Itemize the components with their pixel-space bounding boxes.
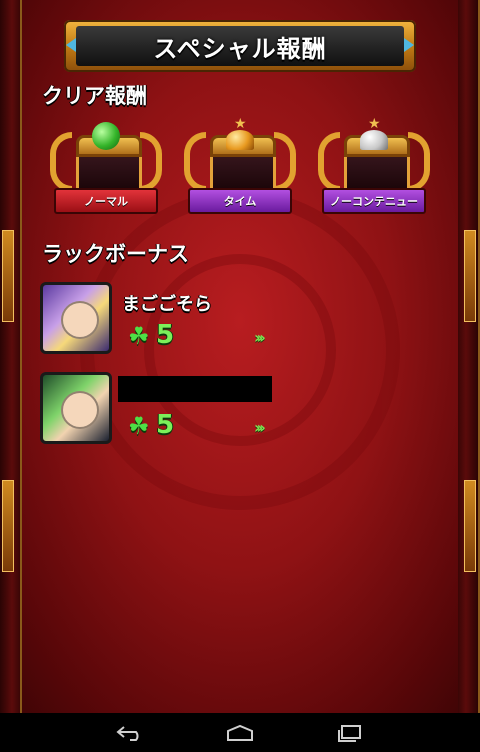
laurel-left-icon [50,132,72,192]
recent-apps-icon[interactable] [330,721,370,745]
clear-rewards-heading: クリア報酬 [42,84,147,108]
luck-value: 5 [156,410,175,440]
left-edge-ornament-bottom [2,480,14,572]
laurel-right-icon [140,132,162,192]
reward-label-normal: ノーマル [54,188,158,214]
treasure-chest-icon [76,135,142,194]
back-icon[interactable] [110,721,150,745]
laurel-right-icon [408,132,430,192]
green-orb-icon [92,122,120,150]
luck-row-player-1[interactable]: まごごそら ☘ 5 ››› [40,282,340,356]
reward-time[interactable]: ★ タイム [182,116,298,230]
treasure-chest-icon [210,135,276,194]
right-edge-ornament-top [464,230,476,322]
luck-value: 5 [156,320,175,350]
laurel-left-icon [318,132,340,192]
reward-label-no-continue: ノーコンテニュー [322,188,426,214]
reward-no-continue[interactable]: ★ ノーコンテニュー [316,116,432,230]
double-chevron-right-icon: ››› [254,418,266,437]
title-plate: スペシャル報酬 [76,26,404,66]
right-edge-ornament-bottom [464,480,476,572]
laurel-left-icon [184,132,206,192]
clover-icon: ☘ [128,322,150,350]
redacted-player-name [118,376,272,402]
right-gem-icon [404,38,414,52]
left-border-frame [0,0,22,713]
game-screen: スペシャル報酬 クリア報酬 ノーマル ★ タイム ★ ノーコンテニュー ラックボ… [0,0,480,713]
laurel-right-icon [274,132,296,192]
home-icon[interactable] [220,721,260,745]
luck-bonus-heading: ラックボーナス [42,242,189,266]
page-title: スペシャル報酬 [153,34,327,63]
luck-row-player-2[interactable]: ☘ 5 ››› [40,372,340,446]
right-border-frame [458,0,480,713]
player-avatar [40,282,112,354]
reward-label-time: タイム [188,188,292,214]
double-chevron-right-icon: ››› [254,328,266,347]
player-avatar [40,372,112,444]
left-edge-ornament-top [2,230,14,322]
android-nav-bar [0,713,480,752]
player-name: まごごそら [122,294,212,315]
left-gem-icon [66,38,76,52]
silver-helmet-icon [360,130,388,150]
treasure-chest-icon [344,135,410,194]
clover-icon: ☘ [128,412,150,440]
title-banner: スペシャル報酬 [64,20,416,72]
reward-normal[interactable]: ノーマル [48,118,164,230]
gold-helmet-icon [226,130,254,150]
